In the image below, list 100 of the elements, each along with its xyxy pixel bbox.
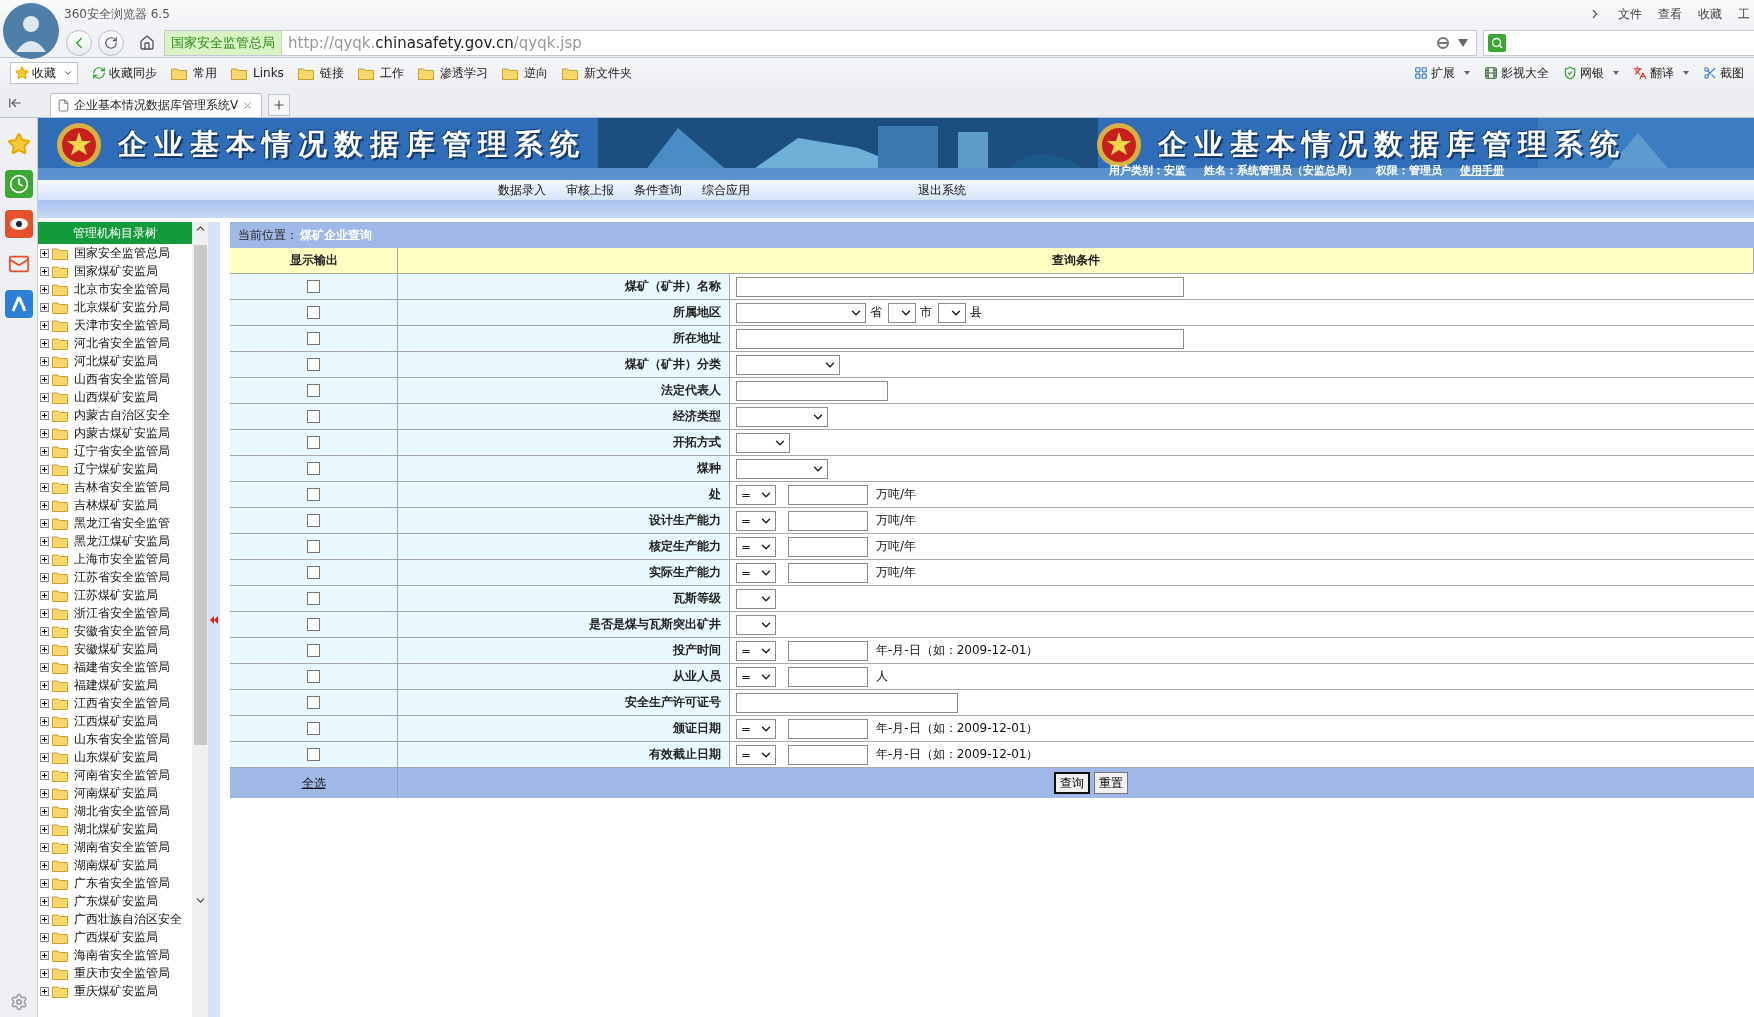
plus-icon[interactable] [40, 446, 49, 456]
dropdown[interactable] [736, 302, 866, 323]
dropdown-triangle-icon[interactable] [1613, 71, 1619, 75]
checkbox[interactable] [307, 644, 320, 657]
plus-icon[interactable] [40, 734, 49, 744]
plus-icon[interactable] [40, 788, 49, 798]
close-icon[interactable] [242, 100, 254, 111]
tree-item[interactable]: 海南省安全监管局 [38, 946, 192, 964]
plus-icon[interactable] [40, 662, 49, 672]
tree-item[interactable]: 湖南煤矿安监局 [38, 856, 192, 874]
bookmark[interactable]: 收藏同步 [92, 64, 157, 82]
nav-link[interactable]: 综合应用 [702, 181, 750, 199]
checkbox[interactable] [307, 384, 320, 397]
plus-icon[interactable] [40, 374, 49, 384]
plus-icon[interactable] [40, 698, 49, 708]
plus-icon[interactable] [40, 626, 49, 636]
tree-item[interactable]: 吉林煤矿安监局 [38, 496, 192, 514]
tree-item[interactable]: 北京市安全监管局 [38, 280, 192, 298]
app-icon[interactable] [4, 290, 33, 318]
plus-icon[interactable] [40, 590, 49, 600]
tree-item[interactable]: 山东煤矿安监局 [38, 748, 192, 766]
text-field[interactable] [788, 666, 868, 687]
plus-icon[interactable] [40, 338, 49, 348]
tree-item[interactable]: 河南煤矿安监局 [38, 784, 192, 802]
clock-icon[interactable] [4, 170, 33, 198]
tree-item[interactable]: 河南省安全监管局 [38, 766, 192, 784]
text-field[interactable] [788, 536, 868, 557]
text-field[interactable] [736, 328, 1184, 349]
plus-icon[interactable] [40, 608, 49, 618]
address-field[interactable]: 国家安全监管总局 http://qyqk.chinasafety.gov.cn/qyqk.jsp [164, 29, 1477, 56]
plus-icon[interactable] [40, 302, 49, 312]
plus-icon[interactable] [40, 806, 49, 816]
toolbar-button[interactable]: 影视大全 [1484, 64, 1549, 82]
tree-item[interactable]: 广东省安全监管局 [38, 874, 192, 892]
tree-item[interactable]: 江西省安全监管局 [38, 694, 192, 712]
text-field[interactable] [736, 692, 958, 713]
tree-item[interactable]: 北京煤矿安监分局 [38, 298, 192, 316]
eye-icon[interactable] [4, 210, 33, 238]
toolbar-button[interactable]: 网银 [1563, 64, 1619, 82]
dropdown[interactable]: = [736, 640, 776, 661]
tree-item[interactable]: 江苏煤矿安监局 [38, 586, 192, 604]
plus-icon[interactable] [40, 842, 49, 852]
tree-item[interactable]: 黑龙江省安全监管 [38, 514, 192, 532]
plus-icon[interactable] [40, 392, 49, 402]
tree-item[interactable]: 国家煤矿安监局 [38, 262, 192, 280]
checkbox[interactable] [307, 670, 320, 683]
plus-icon[interactable] [40, 932, 49, 942]
tree-item[interactable]: 安徽煤矿安监局 [38, 640, 192, 658]
dropdown[interactable] [938, 302, 966, 323]
nav-link[interactable]: 条件查询 [634, 181, 682, 199]
plus-icon[interactable] [40, 770, 49, 780]
menu-item[interactable]: 收藏 [1698, 5, 1722, 23]
plus-icon[interactable] [40, 878, 49, 888]
dropdown[interactable] [736, 354, 840, 375]
checkbox[interactable] [307, 280, 320, 293]
tree-item[interactable]: 河北省安全监管局 [38, 334, 192, 352]
text-field[interactable] [736, 276, 1184, 297]
bookmark[interactable]: Links [231, 66, 284, 80]
checkbox[interactable] [307, 358, 320, 371]
dropdown[interactable] [736, 406, 828, 427]
checkbox[interactable] [307, 332, 320, 345]
tree-item[interactable]: 辽宁省安全监管局 [38, 442, 192, 460]
checkbox[interactable] [307, 540, 320, 553]
plus-icon[interactable] [40, 644, 49, 654]
dropdown[interactable]: = [736, 744, 776, 765]
dropdown-triangle-icon[interactable] [1464, 71, 1470, 75]
select-all-link[interactable]: 全选 [301, 774, 326, 792]
search-field[interactable] [1483, 29, 1754, 56]
menu-item[interactable]: 工 [1738, 5, 1750, 23]
toolbar-button[interactable]: 翻译 [1633, 64, 1689, 82]
plus-icon[interactable] [40, 914, 49, 924]
tree-item[interactable]: 福建省安全监管局 [38, 658, 192, 676]
plus-icon[interactable] [40, 572, 49, 582]
dropdown[interactable]: = [736, 562, 776, 583]
tree-item[interactable]: 山东省安全监管局 [38, 730, 192, 748]
favorites-button[interactable]: 收藏 [10, 62, 78, 84]
refresh-button[interactable] [98, 29, 124, 56]
form-button[interactable]: 查询 [1054, 772, 1090, 794]
tree-item[interactable]: 内蒙古自治区安全 [38, 406, 192, 424]
bookmark[interactable]: 常用 [171, 64, 217, 82]
checkbox[interactable] [307, 748, 320, 761]
tree-item[interactable]: 江苏省安全监管局 [38, 568, 192, 586]
tree-item[interactable]: 湖北煤矿安监局 [38, 820, 192, 838]
tree-item[interactable]: 广东煤矿安监局 [38, 892, 192, 910]
plus-icon[interactable] [40, 986, 49, 996]
nav-link[interactable]: 审核上报 [566, 181, 614, 199]
browser-tab[interactable]: 企业基本情况数据库管理系统V [50, 93, 262, 117]
checkbox[interactable] [307, 306, 320, 319]
menu-item[interactable]: 文件 [1618, 5, 1642, 23]
plus-icon[interactable] [40, 554, 49, 564]
dropdown-triangle-icon[interactable] [1458, 38, 1468, 47]
dropdown[interactable] [736, 458, 828, 479]
plus-icon[interactable] [40, 860, 49, 870]
dropdown[interactable]: = [736, 536, 776, 557]
checkbox[interactable] [307, 462, 320, 475]
checkbox[interactable] [307, 514, 320, 527]
nav-link[interactable]: 数据录入 [498, 181, 546, 199]
plus-icon[interactable] [40, 518, 49, 528]
plus-icon[interactable] [40, 428, 49, 438]
toolbar-button[interactable]: 截图 [1703, 64, 1744, 82]
